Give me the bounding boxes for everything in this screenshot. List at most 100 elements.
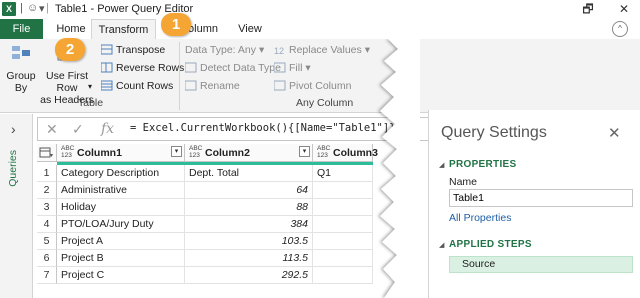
transpose-label: Transpose [116, 44, 166, 56]
replace-values-dropdown-icon: ▾ [364, 44, 370, 56]
fill-button[interactable]: Fill ▾ [273, 62, 311, 74]
quick-access-dropdown-icon[interactable]: ▾ [39, 2, 45, 15]
table-cell[interactable]: PTO/LOA/Jury Duty [57, 216, 185, 233]
table-cell[interactable]: Project B [57, 250, 185, 267]
column-header-1[interactable]: ABC 123 Column1 ▾ [57, 144, 185, 162]
tab-home[interactable]: Home [52, 19, 90, 39]
divider: | [46, 2, 49, 14]
table-cell[interactable]: Project A [57, 233, 185, 250]
table-cell[interactable]: 292.5 [185, 267, 313, 284]
row-number: 6 [37, 250, 57, 267]
detect-data-type-button[interactable]: Detect Data Type [184, 62, 281, 74]
rename-label: Rename [200, 80, 240, 92]
replace-values-button[interactable]: 12 Replace Values ▾ [274, 44, 370, 56]
reverse-rows-icon [100, 62, 113, 73]
count-rows-icon [100, 80, 113, 91]
expand-queries-chevron-icon[interactable]: › [11, 121, 16, 137]
data-type-dropdown-icon: ▾ [258, 44, 265, 56]
use-first-row-dropdown-icon[interactable]: ▾ [88, 82, 92, 91]
step-callout-2: 2 [55, 38, 85, 61]
save-icon[interactable]: | [20, 2, 23, 14]
query-settings-title: Query Settings [441, 124, 547, 141]
name-label: Name [449, 176, 478, 188]
count-rows-button[interactable]: Count Rows [100, 80, 174, 92]
fill-label: Fill [289, 62, 303, 74]
group-label-table: Table [78, 97, 104, 109]
count-rows-label: Count Rows [116, 80, 174, 92]
table-cell[interactable] [313, 216, 373, 233]
svg-text:▾: ▾ [50, 153, 53, 159]
row-number: 2 [37, 182, 57, 199]
reverse-rows-button[interactable]: Reverse Rows [100, 62, 185, 74]
transpose-icon [100, 44, 113, 55]
table-cell[interactable]: 113.5 [185, 250, 313, 267]
table-cell[interactable]: Dept. Total [185, 165, 313, 182]
properties-header: PROPERTIES [449, 159, 517, 170]
collapse-applied-steps-icon[interactable]: ◢ [439, 241, 444, 249]
group-by-button[interactable]: Group By [6, 70, 36, 94]
close-query-settings-icon[interactable]: ✕ [608, 124, 621, 142]
pivot-column-icon [273, 80, 286, 91]
column-header-label: Column1 [77, 147, 122, 159]
detect-data-type-icon [184, 62, 197, 73]
rename-icon [184, 80, 197, 91]
table-cell[interactable] [313, 267, 373, 284]
replace-values-label: Replace Values [289, 44, 362, 56]
table-cell[interactable]: 384 [185, 216, 313, 233]
row-number: 5 [37, 233, 57, 250]
tab-transform[interactable]: Transform [91, 19, 156, 39]
replace-values-icon: 12 [274, 44, 286, 56]
transpose-button[interactable]: Transpose [100, 44, 166, 56]
tab-view[interactable]: View [232, 19, 268, 39]
cancel-formula-icon[interactable]: ✕ [46, 121, 58, 138]
ribbon-separator [179, 42, 180, 110]
table-cell[interactable]: 103.5 [185, 233, 313, 250]
close-button[interactable]: ✕ [610, 0, 638, 19]
fx-icon: fx [101, 121, 115, 137]
filter-dropdown-icon[interactable]: ▾ [299, 146, 310, 157]
any-type-icon: ABC 123 [189, 145, 203, 159]
table-cell[interactable] [313, 182, 373, 199]
all-properties-link[interactable]: All Properties [449, 212, 511, 224]
table-cell[interactable]: Q1 [313, 165, 373, 182]
smiley-icon[interactable]: ☺ [27, 2, 38, 14]
collapse-properties-icon[interactable]: ◢ [439, 161, 444, 169]
table-cell[interactable]: 64 [185, 182, 313, 199]
group-label-any-column: Any Column [296, 97, 354, 109]
data-type-label: Data Type: Any [185, 44, 257, 56]
applied-step-label: Source [462, 258, 496, 270]
column-header-label: Column2 [205, 147, 250, 159]
table-cell[interactable] [313, 233, 373, 250]
query-name-input[interactable] [449, 189, 633, 207]
column-header-3[interactable]: ABC 123 Column3 [313, 144, 378, 162]
column-header-2[interactable]: ABC 123 Column2 ▾ [185, 144, 313, 162]
table-cell[interactable]: Holiday [57, 199, 185, 216]
restore-button[interactable]: 🗗 [574, 0, 602, 19]
row-number: 3 [37, 199, 57, 216]
applied-steps-header: APPLIED STEPS [449, 239, 532, 250]
detect-data-type-label: Detect Data Type [200, 62, 281, 74]
table-cell[interactable]: Category Description [57, 165, 185, 182]
help-up-icon[interactable]: ^ [612, 21, 628, 37]
queries-pane-label[interactable]: Queries [7, 150, 21, 187]
filter-dropdown-icon[interactable]: ▾ [171, 146, 182, 157]
pivot-column-button[interactable]: Pivot Column [273, 80, 352, 92]
table-cell[interactable]: Project C [57, 267, 185, 284]
tab-file[interactable]: File [0, 19, 43, 39]
table-cell[interactable] [313, 199, 373, 216]
svg-text:12: 12 [274, 46, 284, 55]
data-type-dropdown[interactable]: Data Type: Any ▾ [185, 44, 264, 56]
confirm-formula-icon[interactable]: ✓ [72, 121, 84, 138]
table-cell[interactable]: 88 [185, 199, 313, 216]
fill-icon [273, 62, 286, 73]
table-cell[interactable] [313, 250, 373, 267]
any-type-icon: ABC 123 [317, 145, 331, 159]
row-number: 1 [37, 165, 57, 182]
rename-button[interactable]: Rename [184, 80, 240, 92]
row-number: 7 [37, 267, 57, 284]
pivot-column-label: Pivot Column [289, 80, 352, 92]
table-cell[interactable]: Administrative [57, 182, 185, 199]
queries-pane [0, 114, 33, 298]
reverse-rows-label: Reverse Rows [116, 62, 185, 74]
table-corner-menu[interactable]: ▾ [37, 144, 57, 162]
